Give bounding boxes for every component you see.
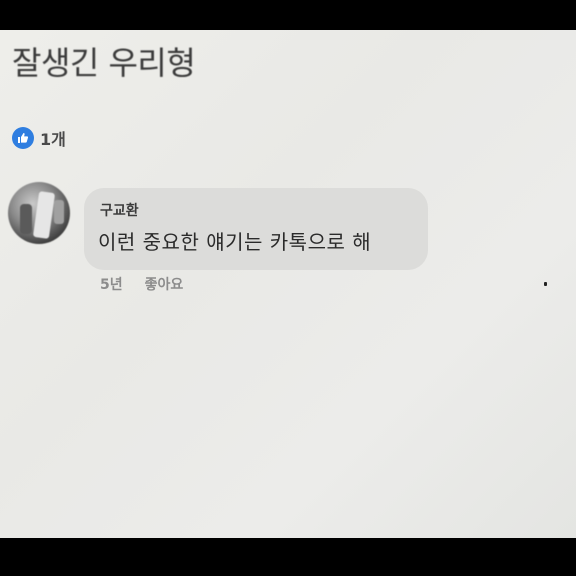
photo-frame: 잘생긴 우리형 1개 구교환 이런 중요한 얘기는 카톡으로 해 5년 좋아요 [0,0,576,576]
comment-timestamp[interactable]: 5년 [100,274,123,294]
comment-meta: 5년 좋아요 [100,274,183,294]
screen-speck [544,282,547,286]
comment-like-button[interactable]: 좋아요 [145,274,184,294]
facebook-post-screen: 잘생긴 우리형 1개 구교환 이런 중요한 얘기는 카톡으로 해 5년 좋아요 [0,30,576,538]
commenter-avatar[interactable] [8,182,70,244]
reaction-summary[interactable]: 1개 [12,126,66,150]
post-title: 잘생긴 우리형 [12,44,196,82]
reaction-count: 1개 [40,130,66,149]
like-icon [12,127,34,149]
comment-author[interactable]: 구교환 [100,200,139,220]
comment-text: 이런 중요한 얘기는 카톡으로 해 [98,230,372,254]
comment-bubble: 구교환 이런 중요한 얘기는 카톡으로 해 [84,188,428,270]
